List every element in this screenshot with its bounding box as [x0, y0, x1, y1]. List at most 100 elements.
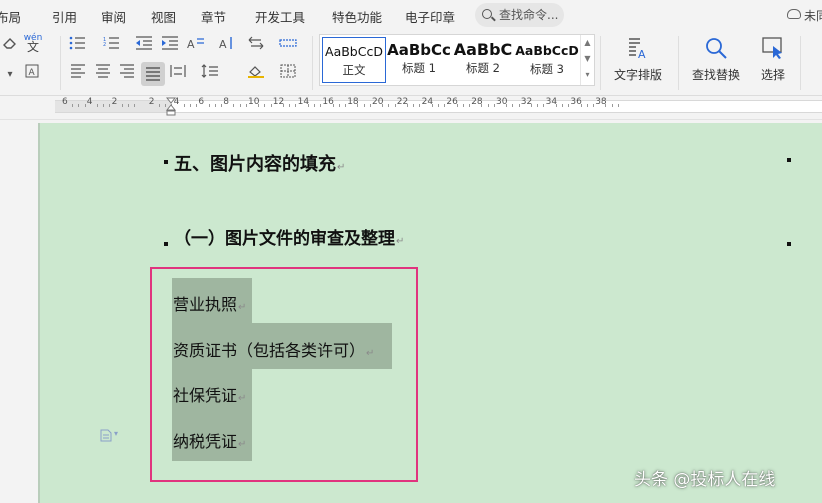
heading-1[interactable]: 五、图片内容的填充↵ — [174, 150, 345, 176]
ruler-tick — [289, 104, 291, 107]
ruler-tick — [586, 104, 588, 107]
ruler-number: 2 — [148, 97, 155, 107]
eraser-icon[interactable] — [0, 36, 20, 56]
ruler-tick — [196, 104, 198, 107]
paragraph-mark: ↵ — [337, 162, 346, 173]
justify-icon[interactable] — [141, 62, 165, 86]
align-right-icon[interactable] — [117, 64, 137, 84]
styles-scroll[interactable]: ▲ ▼ ▾ — [580, 35, 594, 85]
heading-bullet — [787, 158, 791, 162]
scroll-down-icon[interactable]: ▼ — [581, 51, 594, 67]
align-left-icon[interactable] — [68, 64, 88, 84]
ruler-tick — [134, 104, 136, 107]
document-icon — [100, 429, 112, 442]
ruler-tick — [593, 104, 594, 107]
ruler-tick — [394, 104, 396, 107]
text-layout-button[interactable]: A 文字排版 — [609, 36, 667, 83]
style-heading-2[interactable]: AaBbC 标题 2 — [451, 37, 515, 83]
ruler-tick — [128, 104, 129, 107]
ruler-tick — [388, 104, 390, 107]
style-name: 标题 3 — [530, 62, 564, 76]
svg-text:2: 2 — [103, 42, 106, 48]
table-grid-icon[interactable] — [278, 36, 298, 56]
find-replace-button[interactable]: 查找替换 — [687, 36, 745, 83]
divider — [312, 36, 313, 90]
style-heading-3[interactable]: AaBbCcD 标题 3 — [515, 37, 579, 83]
borders-icon[interactable] — [278, 64, 298, 84]
text-layout-label: 文字排版 — [613, 68, 662, 82]
distributed-align-icon[interactable] — [168, 64, 188, 84]
ruler-tick — [469, 104, 470, 107]
ruler-tick — [283, 104, 284, 107]
select-button[interactable]: 选择 — [752, 36, 794, 83]
ruler-tick — [78, 104, 80, 107]
ruler-tick — [431, 104, 433, 107]
increase-indent-icon[interactable] — [160, 36, 180, 56]
ruler-tick — [338, 104, 340, 107]
ruler-tick — [345, 104, 346, 107]
decrease-indent-icon[interactable] — [134, 36, 154, 56]
svg-text:A: A — [29, 68, 36, 78]
ruler-tick — [456, 104, 458, 107]
text-direction-icon[interactable]: A — [216, 36, 236, 56]
ruler-tick — [109, 104, 111, 107]
style-normal[interactable]: AaBbCcD 正文 — [322, 37, 386, 83]
char-border-icon[interactable]: A — [22, 64, 42, 84]
ruler-tick — [245, 104, 247, 107]
ruler-tick — [438, 104, 439, 107]
ruler-tick — [605, 104, 607, 107]
ruler-tick — [611, 104, 613, 107]
style-preview: AaBbCcD — [515, 43, 579, 58]
chinese-layout-icon[interactable]: A — [186, 36, 206, 56]
tab-layout[interactable]: 布局 — [0, 7, 21, 26]
sync-label: 未同 — [804, 9, 822, 23]
tab-e-seal[interactable]: 电子印章 — [405, 7, 455, 26]
show-marks-icon[interactable] — [246, 36, 266, 56]
ruler-tick — [214, 104, 216, 107]
ruler-tick — [369, 104, 371, 107]
chevron-down-icon: ▾ — [114, 429, 119, 438]
find-replace-label: 查找替换 — [691, 68, 740, 82]
tab-developer[interactable]: 开发工具 — [255, 7, 305, 26]
command-search[interactable]: 查找命令... — [475, 3, 564, 27]
line-spacing-icon[interactable] — [200, 64, 220, 84]
svg-text:A: A — [638, 48, 646, 60]
text-layout-icon: A — [629, 38, 646, 60]
tab-view[interactable]: 视图 — [151, 7, 176, 26]
font-color-dropdown-icon[interactable]: ▾ — [0, 65, 20, 85]
divider — [600, 36, 601, 90]
heading-2-text: （一）图片文件的审查及整理 — [174, 229, 395, 249]
ribbon-toolbar: wén 文 ▾ A 12 A A AaBbCcD 正文 AaBbCc 标题 1 … — [0, 30, 822, 96]
style-preview: AaBbCc — [387, 41, 451, 59]
bullet-list-icon[interactable] — [68, 36, 88, 56]
indent-marker-icon[interactable] — [166, 96, 176, 120]
scroll-up-icon[interactable]: ▲ — [581, 35, 594, 51]
ruler-number: 4 — [86, 97, 93, 107]
tab-review[interactable]: 审阅 — [101, 7, 126, 26]
expand-icon[interactable]: ▾ — [581, 67, 594, 83]
tab-chapter[interactable]: 章节 — [201, 7, 226, 26]
tab-special-features[interactable]: 特色功能 — [332, 7, 382, 26]
magnifier-icon — [706, 38, 727, 59]
search-icon — [482, 9, 492, 19]
ruler-number: 2 — [111, 97, 118, 107]
heading-2[interactable]: （一）图片文件的审查及整理↵ — [174, 224, 404, 249]
shading-icon[interactable] — [246, 64, 266, 84]
svg-text:A: A — [187, 38, 195, 50]
ruler-tick — [413, 104, 415, 107]
phonetic-guide-button[interactable]: wén 文 — [22, 34, 44, 54]
ruler-tick — [555, 104, 557, 107]
tab-references[interactable]: 引用 — [52, 7, 77, 26]
watermark: 头条 @投标人在线 — [634, 470, 776, 490]
align-center-icon[interactable] — [93, 64, 113, 84]
horizontal-ruler[interactable]: 6 4 2 2 4 6 8 10 12 14 16 18 20 22 24 26 28 30 32 34 36 38 — [0, 96, 822, 120]
style-heading-1[interactable]: AaBbCc 标题 1 — [387, 37, 451, 83]
style-name: 标题 2 — [466, 61, 500, 75]
ruler-tick — [183, 104, 185, 107]
numbered-list-icon[interactable]: 12 — [102, 36, 122, 56]
ruler-tick — [159, 104, 160, 107]
ruler-tick — [462, 104, 464, 107]
menu-bar: 布局 引用 审阅 视图 章节 开发工具 特色功能 电子印章 查找命令... 未同 — [0, 0, 822, 30]
paragraph-layout-handle[interactable]: ▾ — [100, 429, 118, 445]
styles-gallery: AaBbCcD 正文 AaBbCc 标题 1 AaBbC 标题 2 AaBbCc… — [319, 34, 595, 86]
